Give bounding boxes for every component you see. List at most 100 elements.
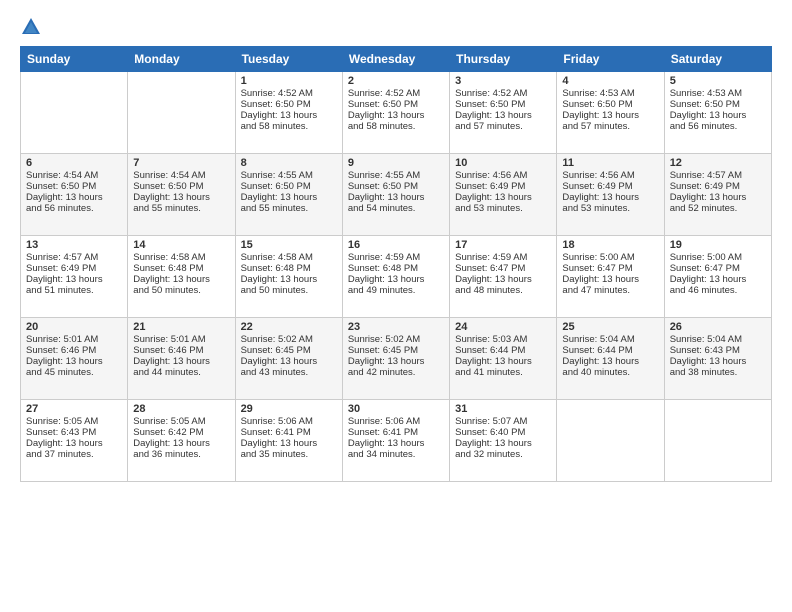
day-info: Sunrise: 4:57 AM bbox=[670, 170, 766, 181]
day-info: Daylight: 13 hours bbox=[455, 274, 551, 285]
day-info: Sunset: 6:44 PM bbox=[562, 345, 658, 356]
calendar-cell: 10Sunrise: 4:56 AMSunset: 6:49 PMDayligh… bbox=[450, 154, 557, 236]
day-info: Daylight: 13 hours bbox=[241, 274, 337, 285]
day-info: and 36 minutes. bbox=[133, 449, 229, 460]
calendar-cell bbox=[21, 72, 128, 154]
day-number: 5 bbox=[670, 75, 766, 87]
day-info: and 57 minutes. bbox=[562, 121, 658, 132]
day-info: Daylight: 13 hours bbox=[670, 192, 766, 203]
calendar-header-wednesday: Wednesday bbox=[342, 47, 449, 72]
day-info: and 44 minutes. bbox=[133, 367, 229, 378]
calendar-cell: 18Sunrise: 5:00 AMSunset: 6:47 PMDayligh… bbox=[557, 236, 664, 318]
day-info: Daylight: 13 hours bbox=[241, 110, 337, 121]
day-info: Daylight: 13 hours bbox=[562, 356, 658, 367]
day-info: Sunrise: 5:06 AM bbox=[348, 416, 444, 427]
day-info: Sunrise: 4:54 AM bbox=[133, 170, 229, 181]
calendar-week-1: 1Sunrise: 4:52 AMSunset: 6:50 PMDaylight… bbox=[21, 72, 772, 154]
calendar-week-3: 13Sunrise: 4:57 AMSunset: 6:49 PMDayligh… bbox=[21, 236, 772, 318]
logo-icon bbox=[20, 16, 42, 38]
day-info: Sunset: 6:44 PM bbox=[455, 345, 551, 356]
calendar-cell: 12Sunrise: 4:57 AMSunset: 6:49 PMDayligh… bbox=[664, 154, 771, 236]
day-info: Daylight: 13 hours bbox=[455, 110, 551, 121]
day-info: and 37 minutes. bbox=[26, 449, 122, 460]
day-info: Sunrise: 5:06 AM bbox=[241, 416, 337, 427]
calendar-cell: 16Sunrise: 4:59 AMSunset: 6:48 PMDayligh… bbox=[342, 236, 449, 318]
day-number: 28 bbox=[133, 403, 229, 415]
calendar-header-sunday: Sunday bbox=[21, 47, 128, 72]
calendar-cell bbox=[557, 400, 664, 482]
day-info: and 53 minutes. bbox=[455, 203, 551, 214]
day-info: Sunset: 6:45 PM bbox=[348, 345, 444, 356]
day-info: Sunset: 6:49 PM bbox=[562, 181, 658, 192]
day-info: Daylight: 13 hours bbox=[26, 356, 122, 367]
day-info: Sunrise: 5:00 AM bbox=[562, 252, 658, 263]
calendar-header-tuesday: Tuesday bbox=[235, 47, 342, 72]
day-info: and 35 minutes. bbox=[241, 449, 337, 460]
day-info: and 38 minutes. bbox=[670, 367, 766, 378]
day-info: Sunrise: 5:02 AM bbox=[241, 334, 337, 345]
day-info: Daylight: 13 hours bbox=[133, 192, 229, 203]
day-info: Sunset: 6:43 PM bbox=[26, 427, 122, 438]
day-info: Daylight: 13 hours bbox=[455, 356, 551, 367]
calendar-cell: 31Sunrise: 5:07 AMSunset: 6:40 PMDayligh… bbox=[450, 400, 557, 482]
day-info: Sunrise: 4:59 AM bbox=[455, 252, 551, 263]
calendar-cell bbox=[664, 400, 771, 482]
day-info: and 45 minutes. bbox=[26, 367, 122, 378]
day-number: 14 bbox=[133, 239, 229, 251]
day-info: Sunrise: 5:07 AM bbox=[455, 416, 551, 427]
day-number: 23 bbox=[348, 321, 444, 333]
day-info: Sunset: 6:49 PM bbox=[455, 181, 551, 192]
day-info: Sunset: 6:42 PM bbox=[133, 427, 229, 438]
calendar-cell: 23Sunrise: 5:02 AMSunset: 6:45 PMDayligh… bbox=[342, 318, 449, 400]
day-number: 16 bbox=[348, 239, 444, 251]
day-info: Sunset: 6:50 PM bbox=[670, 99, 766, 110]
calendar-cell: 26Sunrise: 5:04 AMSunset: 6:43 PMDayligh… bbox=[664, 318, 771, 400]
calendar-cell: 11Sunrise: 4:56 AMSunset: 6:49 PMDayligh… bbox=[557, 154, 664, 236]
day-info: Daylight: 13 hours bbox=[348, 110, 444, 121]
day-number: 6 bbox=[26, 157, 122, 169]
day-number: 19 bbox=[670, 239, 766, 251]
calendar-cell: 29Sunrise: 5:06 AMSunset: 6:41 PMDayligh… bbox=[235, 400, 342, 482]
day-info: and 34 minutes. bbox=[348, 449, 444, 460]
day-number: 30 bbox=[348, 403, 444, 415]
day-info: and 50 minutes. bbox=[241, 285, 337, 296]
day-info: and 58 minutes. bbox=[348, 121, 444, 132]
day-info: and 56 minutes. bbox=[26, 203, 122, 214]
calendar-cell: 7Sunrise: 4:54 AMSunset: 6:50 PMDaylight… bbox=[128, 154, 235, 236]
day-info: Sunrise: 5:03 AM bbox=[455, 334, 551, 345]
calendar-cell: 15Sunrise: 4:58 AMSunset: 6:48 PMDayligh… bbox=[235, 236, 342, 318]
day-number: 25 bbox=[562, 321, 658, 333]
day-info: and 48 minutes. bbox=[455, 285, 551, 296]
day-info: and 46 minutes. bbox=[670, 285, 766, 296]
day-info: Daylight: 13 hours bbox=[133, 356, 229, 367]
header bbox=[20, 16, 772, 38]
day-info: Sunset: 6:46 PM bbox=[26, 345, 122, 356]
day-info: Sunset: 6:48 PM bbox=[133, 263, 229, 274]
day-info: Sunrise: 4:52 AM bbox=[241, 88, 337, 99]
logo bbox=[20, 16, 44, 38]
day-info: Daylight: 13 hours bbox=[670, 274, 766, 285]
calendar-week-4: 20Sunrise: 5:01 AMSunset: 6:46 PMDayligh… bbox=[21, 318, 772, 400]
calendar-cell: 5Sunrise: 4:53 AMSunset: 6:50 PMDaylight… bbox=[664, 72, 771, 154]
calendar-header-saturday: Saturday bbox=[664, 47, 771, 72]
day-info: Daylight: 13 hours bbox=[133, 438, 229, 449]
day-info: Sunset: 6:49 PM bbox=[670, 181, 766, 192]
calendar-cell: 25Sunrise: 5:04 AMSunset: 6:44 PMDayligh… bbox=[557, 318, 664, 400]
calendar-cell: 30Sunrise: 5:06 AMSunset: 6:41 PMDayligh… bbox=[342, 400, 449, 482]
calendar-cell: 13Sunrise: 4:57 AMSunset: 6:49 PMDayligh… bbox=[21, 236, 128, 318]
day-info: Daylight: 13 hours bbox=[26, 438, 122, 449]
day-number: 3 bbox=[455, 75, 551, 87]
day-info: Sunrise: 4:56 AM bbox=[455, 170, 551, 181]
calendar-week-5: 27Sunrise: 5:05 AMSunset: 6:43 PMDayligh… bbox=[21, 400, 772, 482]
calendar-cell: 3Sunrise: 4:52 AMSunset: 6:50 PMDaylight… bbox=[450, 72, 557, 154]
day-info: Daylight: 13 hours bbox=[455, 438, 551, 449]
day-number: 24 bbox=[455, 321, 551, 333]
day-info: Sunrise: 5:05 AM bbox=[26, 416, 122, 427]
day-info: Daylight: 13 hours bbox=[348, 356, 444, 367]
day-info: Sunrise: 4:57 AM bbox=[26, 252, 122, 263]
day-info: Daylight: 13 hours bbox=[670, 110, 766, 121]
calendar-header-monday: Monday bbox=[128, 47, 235, 72]
day-number: 29 bbox=[241, 403, 337, 415]
day-info: Sunrise: 4:52 AM bbox=[455, 88, 551, 99]
day-info: Sunset: 6:40 PM bbox=[455, 427, 551, 438]
